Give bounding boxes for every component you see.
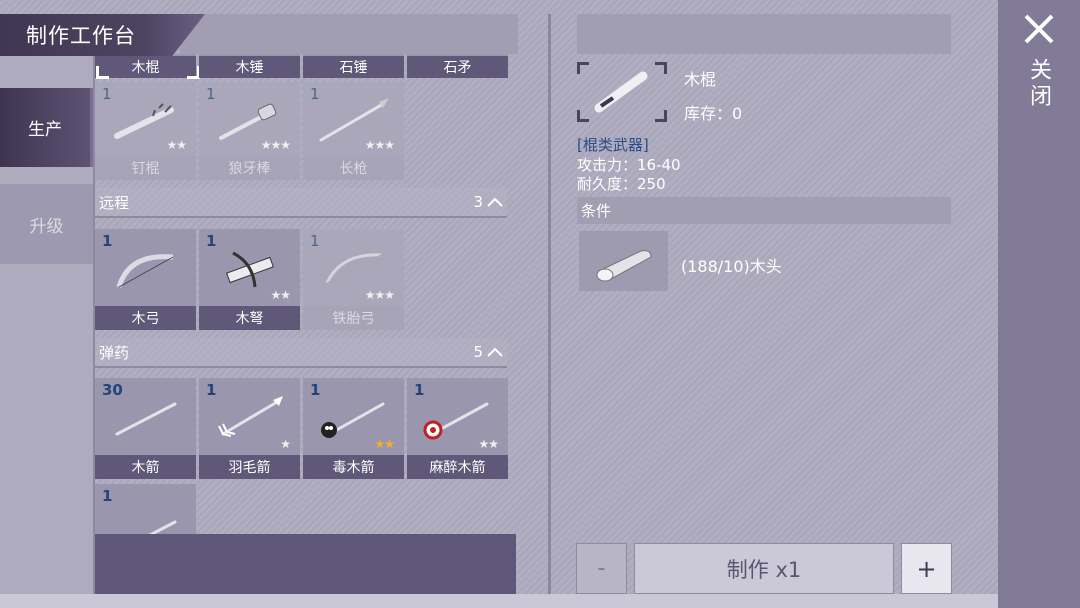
recipe-label: 石矛	[407, 56, 508, 78]
recipe-stone-spear[interactable]: 石矛	[407, 54, 508, 78]
chevron-up-icon[interactable]	[487, 347, 503, 357]
crossbow-icon	[226, 251, 274, 288]
arrow-icon	[115, 402, 177, 436]
detail-header-bar	[577, 14, 951, 54]
recipe-wooden-hammer[interactable]: 木锤	[199, 54, 300, 78]
recipe-iron-bow[interactable]: 1 ★★★ 铁胎弓	[303, 229, 404, 330]
recipe-crossbow[interactable]: 1 ★★ 木弩	[199, 229, 300, 330]
item-stock: 库存：0	[684, 104, 743, 123]
wooden-stick-icon	[594, 71, 648, 113]
recipe-anesthetic-arrow[interactable]: 1 ★★ 麻醉木箭	[407, 378, 508, 479]
conditions-header: 条件	[577, 197, 951, 224]
decrease-button[interactable]: -	[576, 543, 627, 594]
recipe-long-spear[interactable]: 1 ★★★ 长枪	[303, 82, 404, 180]
selection-frame	[95, 54, 200, 79]
close-icon[interactable]	[1022, 12, 1056, 46]
star-rating: ★★★	[260, 138, 291, 152]
section-title: 弹药	[99, 343, 130, 362]
iron-bow-icon	[325, 253, 382, 284]
star-rating: ★★★	[364, 288, 395, 302]
star-rating: ★★	[374, 437, 394, 451]
recipe-label: 羽毛箭	[199, 455, 300, 479]
section-count: 3	[473, 193, 483, 211]
recipe-label: 木弓	[95, 306, 196, 330]
recipe-list[interactable]: 木棍 木锤 石锤 石矛 1 ★★ 钉棍 1 ★★★ 狼牙棒 1 ★★★ 长枪 远…	[95, 54, 518, 534]
recipe-wooden-arrow[interactable]: 30 木箭	[95, 378, 196, 479]
recipe-label: 木锤	[199, 56, 300, 78]
recipe-label: 麻醉木箭	[407, 455, 508, 479]
material-requirement: (188/10)木头	[681, 257, 782, 276]
star-rating: ★★	[270, 288, 290, 302]
wood-log-icon	[596, 250, 652, 282]
star-rating: ★★	[166, 138, 186, 152]
recipe-poison-arrow[interactable]: 1 ★★ 毒木箭	[303, 378, 404, 479]
recipe-label: 木弩	[199, 306, 300, 330]
recipe-label: 毒木箭	[303, 455, 404, 479]
arrow-icon	[148, 520, 177, 534]
section-ranged[interactable]: 远程 3	[95, 188, 507, 218]
recipe-label: 钉棍	[95, 156, 196, 180]
item-durability: 耐久度：250	[577, 175, 666, 193]
bow-icon	[116, 254, 174, 288]
recipe-label: 木箭	[95, 455, 196, 479]
increase-button[interactable]: +	[901, 543, 952, 594]
item-category: [棍类武器]	[577, 136, 649, 154]
title-bar	[180, 14, 518, 54]
star-rating: ★	[280, 437, 291, 451]
feather-arrow-icon	[218, 396, 283, 437]
chevron-up-icon[interactable]	[487, 197, 503, 207]
recipe-feather-arrow[interactable]: 1 ★ 羽毛箭	[199, 378, 300, 479]
recipe-arrow-partial[interactable]: 1	[95, 484, 196, 534]
recipe-mace[interactable]: 1 ★★★ 狼牙棒	[199, 82, 300, 180]
list-footer	[95, 534, 516, 594]
section-title: 远程	[99, 193, 130, 212]
panel-divider	[548, 14, 551, 594]
item-attack: 攻击力：16-40	[577, 156, 681, 174]
recipe-label: 石锤	[303, 56, 404, 78]
recipe-label: 狼牙棒	[199, 156, 300, 180]
recipe-stone-hammer[interactable]: 石锤	[303, 54, 404, 78]
bottom-band	[0, 594, 1080, 608]
selected-item-icon	[577, 62, 667, 122]
recipe-wooden-bow[interactable]: 1 木弓	[95, 229, 196, 330]
craft-button[interactable]: 制作 x1	[634, 543, 894, 594]
recipe-nail-club[interactable]: 1 ★★ 钉棍	[95, 82, 196, 180]
poison-arrow-icon	[321, 402, 385, 438]
section-ammo[interactable]: 弹药 5	[95, 338, 507, 368]
section-count: 5	[473, 343, 483, 361]
anesthetic-arrow-icon	[423, 402, 489, 440]
close-label[interactable]: 关闭	[1024, 58, 1054, 110]
star-rating: ★★★	[364, 138, 395, 152]
recipe-label: 长枪	[303, 156, 404, 180]
tab-upgrade[interactable]: 升级	[0, 184, 93, 264]
item-name: 木棍	[684, 70, 717, 89]
star-rating: ★★	[478, 437, 498, 451]
material-slot	[579, 231, 668, 291]
tab-production[interactable]: 生产	[0, 88, 93, 167]
page-title: 制作工作台	[0, 14, 205, 56]
recipe-label: 铁胎弓	[303, 306, 404, 330]
